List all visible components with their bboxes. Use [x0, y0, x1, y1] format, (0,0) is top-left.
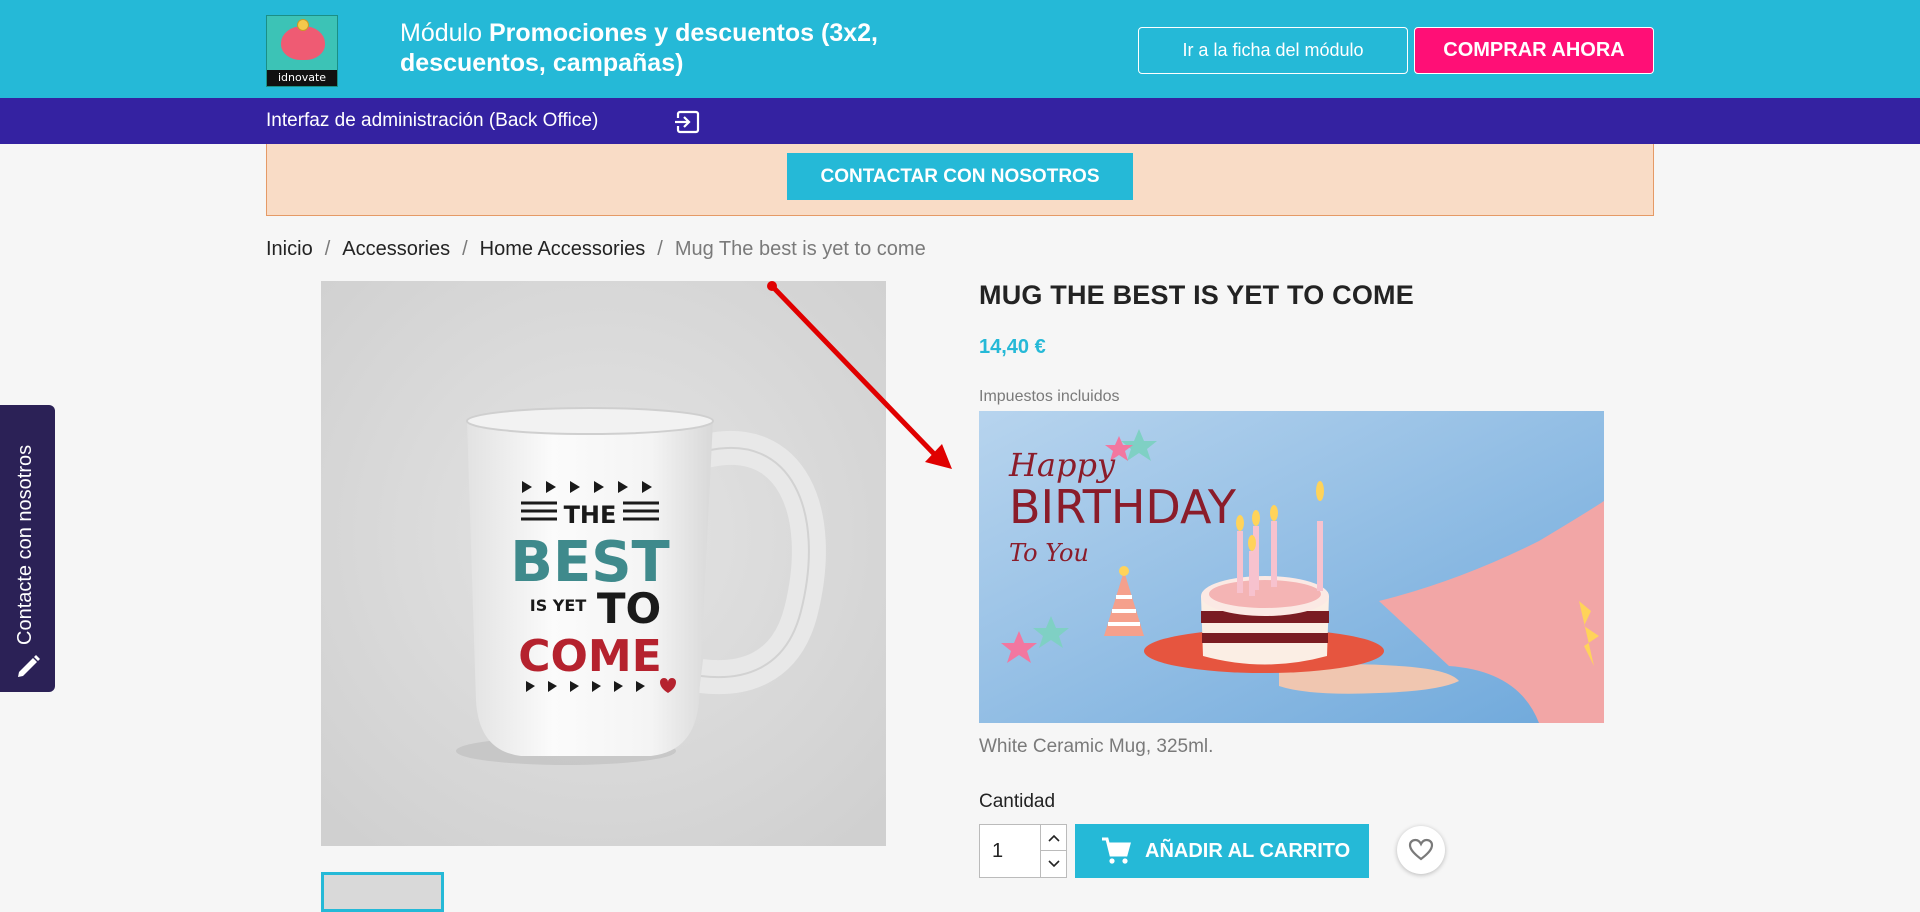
add-to-cart-label: AÑADIR AL CARRITO [1145, 839, 1351, 862]
chevron-up-icon[interactable] [1040, 825, 1067, 851]
breadcrumb-home[interactable]: Inicio [266, 238, 313, 260]
breadcrumb-separator: / [657, 238, 663, 260]
breadcrumb-accessories[interactable]: Accessories [342, 238, 450, 260]
mug-text-to: TO [597, 584, 661, 633]
breadcrumb-separator: / [462, 238, 468, 260]
quantity-input[interactable] [980, 825, 1040, 877]
coin-icon [297, 19, 309, 31]
quantity-stepper [979, 824, 1067, 878]
promo-happy: Happy [1008, 446, 1116, 484]
admin-bar: Interfaz de administración (Back Office) [0, 98, 1920, 144]
heart-icon [1408, 838, 1434, 861]
product-title: MUG THE BEST IS YET TO COME [979, 280, 1414, 310]
product-thumbnail[interactable] [321, 872, 444, 912]
pencil-icon [18, 655, 40, 677]
product-price: 14,40 € [979, 336, 1046, 358]
birthday-promo-banner[interactable]: Happy BIRTHDAY To You [979, 411, 1604, 723]
mug-text-come: COME [518, 631, 662, 682]
contact-us-button[interactable]: CONTACTAR CON NOSOTROS [787, 153, 1133, 200]
mug-illustration: THE BEST IS YET TO COME [321, 281, 886, 846]
promo-birthday: BIRTHDAY [1009, 480, 1237, 534]
idnovate-logo[interactable]: idnovate [266, 15, 338, 87]
back-office-link[interactable]: Interfaz de administración (Back Office) [266, 109, 598, 133]
mug-text-the: THE [564, 501, 617, 529]
breadcrumb-current: Mug The best is yet to come [674, 238, 926, 260]
side-contact-label: Contacte con nosotros [14, 444, 36, 645]
breadcrumb: Inicio / Accessories / Home Accessories / Mug … [266, 236, 926, 262]
wishlist-button[interactable] [1397, 826, 1445, 874]
birthday-illustration: Happy BIRTHDAY To You [979, 411, 1604, 723]
buy-now-button[interactable]: COMPRAR AHORA [1414, 27, 1654, 74]
module-prefix: Módulo [400, 19, 489, 47]
product-description: White Ceramic Mug, 325ml. [979, 736, 1214, 757]
cart-icon [1102, 837, 1131, 864]
piggy-bank-icon [281, 26, 325, 60]
logo-text: idnovate [267, 70, 337, 86]
side-contact-tab[interactable]: Contacte con nosotros [0, 405, 55, 692]
promo-toyou: To You [1009, 539, 1089, 567]
breadcrumb-separator: / [324, 238, 331, 260]
module-title: Módulo Promociones y descuentos (3x2, de… [400, 18, 960, 78]
module-page-button[interactable]: Ir a la ficha del módulo [1138, 27, 1408, 74]
tax-note: Impuestos incluidos [979, 388, 1120, 405]
mug-text-isyet: IS YET [530, 596, 587, 615]
exit-arrow-icon[interactable] [674, 110, 700, 134]
breadcrumb-home-accessories[interactable]: Home Accessories [480, 238, 646, 260]
add-to-cart-button[interactable]: AÑADIR AL CARRITO [1075, 824, 1369, 878]
chevron-down-icon[interactable] [1040, 851, 1067, 877]
quantity-label: Cantidad [979, 791, 1056, 812]
product-image[interactable]: THE BEST IS YET TO COME [321, 281, 886, 846]
